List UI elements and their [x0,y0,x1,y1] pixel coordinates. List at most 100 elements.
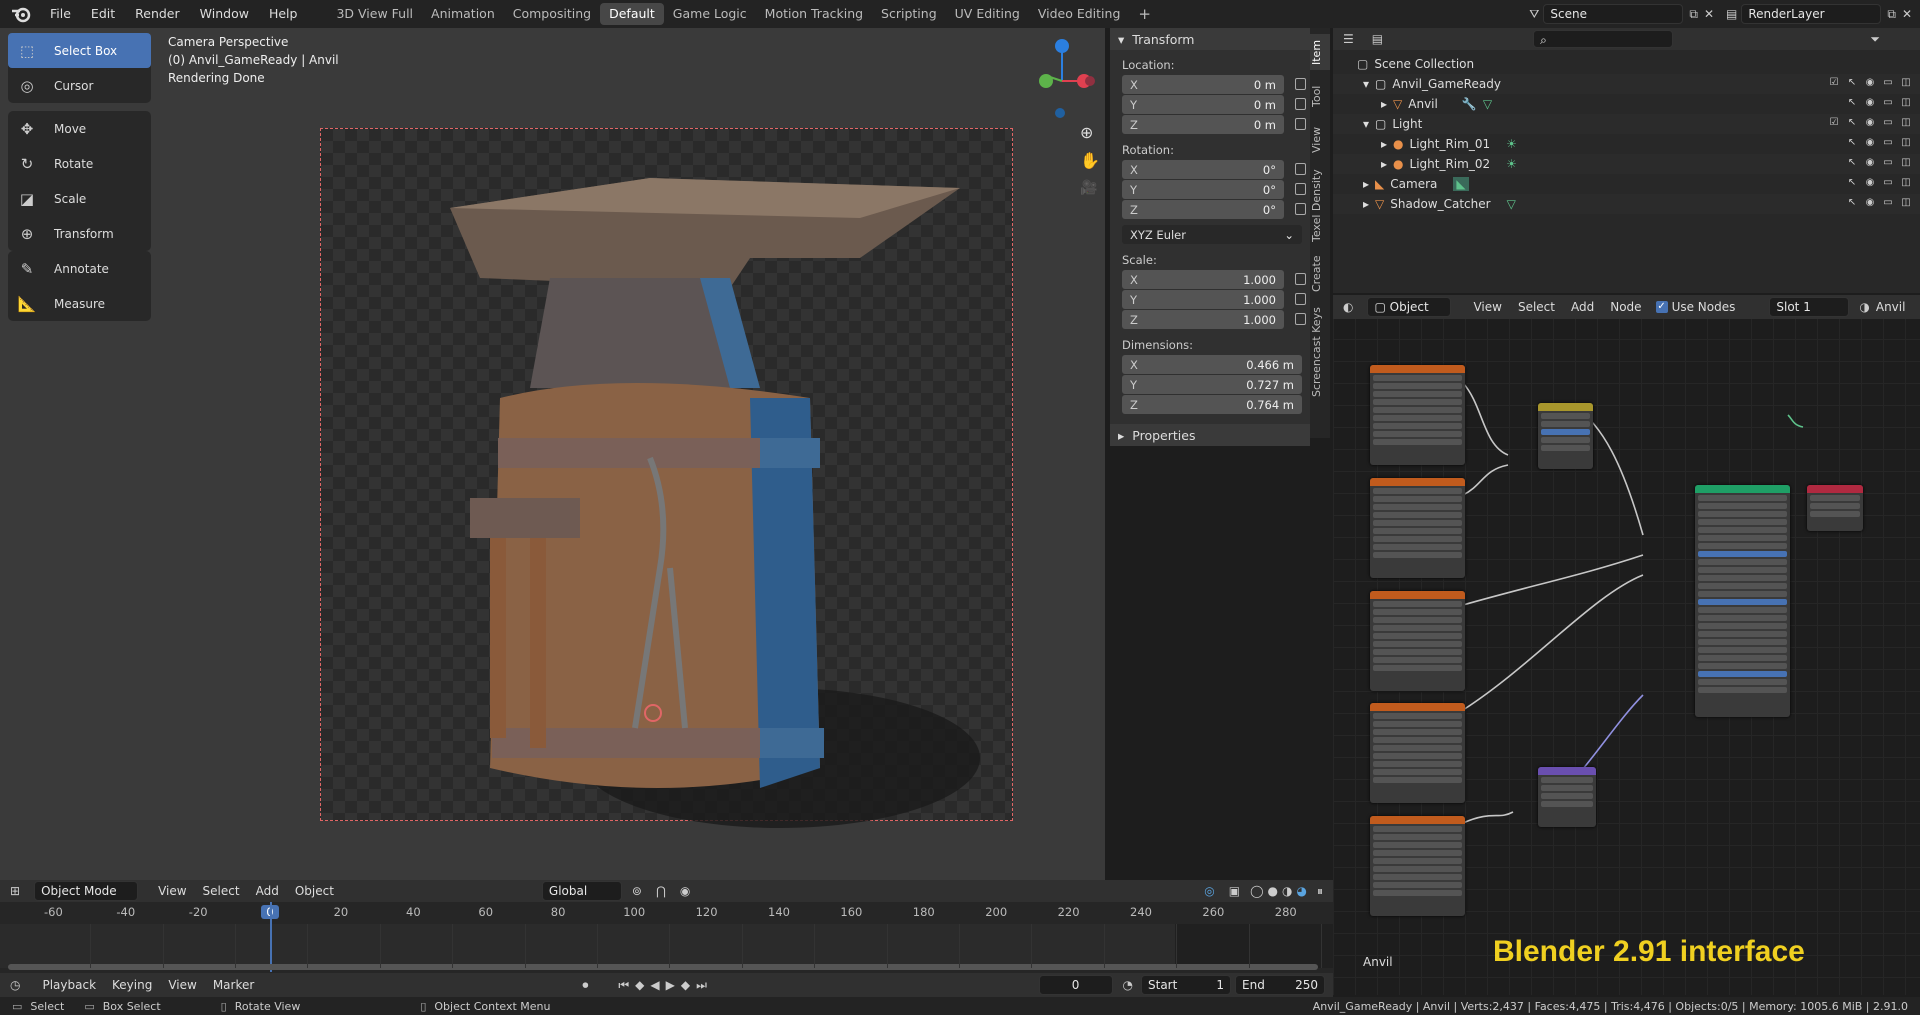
tab-view[interactable]: View [1310,120,1330,160]
wireframe-shading-icon[interactable]: ◯ [1250,884,1263,898]
tool-measure[interactable]: 📐 Measure [8,286,151,321]
viewport-menu-view[interactable]: View [150,880,194,902]
timeline[interactable]: -60-40-200204060801001201401601802002202… [0,902,1333,982]
tab-video-editing[interactable]: Video Editing [1029,3,1130,25]
object-mode-dropdown[interactable]: Object Mode [34,881,139,901]
rotation-z-field[interactable]: Z 0° [1122,200,1306,219]
proportional-edit-icon[interactable]: ◉ [680,884,690,898]
tool-rotate[interactable]: ↻ Rotate [8,146,151,181]
zoom-icon[interactable]: ⊕ [1080,123,1093,142]
lock-icon[interactable] [1295,203,1306,215]
next-keyframe-icon[interactable]: ◆ [681,978,690,992]
start-frame-field[interactable]: Start 1 [1141,975,1231,995]
jump-end-icon[interactable]: ⏭ [696,978,707,993]
tab-game-logic[interactable]: Game Logic [664,3,756,25]
node-ao[interactable] [1370,478,1465,578]
pause-icon[interactable]: ⏸ [1317,884,1323,899]
menu-window[interactable]: Window [190,0,259,28]
node-editor-canvas[interactable]: Anvil Blender 2.91 interface [1333,295,1920,995]
scene-collection-row[interactable]: ▢ Scene Collection [1333,54,1920,74]
node-material-output[interactable] [1807,485,1863,531]
tab-default[interactable]: Default [600,3,664,25]
scale-x-field[interactable]: X 1.000 [1122,270,1306,289]
transform-orientation-dropdown[interactable]: Global [541,881,622,901]
menu-render[interactable]: Render [125,0,190,28]
node-roughness[interactable] [1370,703,1465,803]
node-menu-add[interactable]: Add [1563,296,1602,318]
remove-layer-icon[interactable]: ✕ [1902,7,1912,21]
viewport-menu-select[interactable]: Select [195,880,248,902]
tool-cursor[interactable]: ◎ Cursor [8,68,151,103]
new-scene-icon[interactable]: ⧉ [1689,7,1698,22]
location-y-field[interactable]: Y0 m [1122,95,1306,114]
tab-scripting[interactable]: Scripting [872,3,946,25]
tool-annotate[interactable]: ✎ Annotate [8,251,151,286]
use-nodes-checkbox[interactable]: ✓ [1655,301,1668,313]
outliner-row-light-rim-02[interactable]: ▸ ● Light_Rim_02 ☀ ↖ ◉ ▭ ◫ [1333,154,1920,174]
scene-field[interactable]: Scene [1543,4,1684,24]
material-name[interactable]: Anvil [1870,296,1914,318]
tab-3d-view-full[interactable]: 3D View Full [327,3,422,25]
lock-icon[interactable] [1295,273,1306,285]
node-base-color[interactable] [1370,365,1465,465]
scale-y-field[interactable]: Y 1.000 [1122,290,1306,309]
tab-uv-editing[interactable]: UV Editing [946,3,1029,25]
transform-panel-header[interactable]: ▾ Transform [1110,28,1310,50]
lock-icon[interactable] [1295,78,1306,90]
tool-transform[interactable]: ⊕ Transform [8,216,151,251]
node-normal[interactable] [1370,816,1465,916]
dimension-z-field[interactable]: Z 0.764 m [1122,395,1302,414]
node-menu-select[interactable]: Select [1510,296,1563,318]
rotation-mode-dropdown[interactable]: XYZ Euler ⌄ [1122,225,1302,244]
rotation-x-field[interactable]: X 0° [1122,160,1306,179]
menu-help[interactable]: Help [259,0,308,28]
node-metallic[interactable] [1370,591,1465,691]
outliner-search-input[interactable]: ⌕ [1533,30,1674,48]
tab-motion-tracking[interactable]: Motion Tracking [756,3,872,25]
tab-texel-density[interactable]: Texel Density [1310,166,1330,246]
display-mode-icon[interactable]: ▤ [1372,32,1383,46]
outliner-row-light[interactable]: ▾ ▢ Light ☑ ↖ ◉ ▭ ◫ [1333,114,1920,134]
rendered-shading-icon[interactable]: ◕ [1297,884,1307,898]
dimension-y-field[interactable]: Y 0.727 m [1122,375,1302,394]
node-menu-node[interactable]: Node [1602,296,1649,318]
prev-keyframe-icon[interactable]: ◆ [635,978,644,992]
material-shading-icon[interactable]: ◑ [1282,884,1292,898]
lock-icon[interactable] [1295,163,1306,175]
shader-type-dropdown[interactable]: ▢ Object [1367,297,1452,317]
tool-select-box[interactable]: ⬚ Select Box [8,33,151,68]
pivot-icon[interactable]: ⊚ [632,884,642,898]
playhead[interactable] [270,902,273,972]
node-principled-bsdf[interactable] [1695,485,1790,717]
editor-type-icon[interactable]: ◐ [1343,300,1353,314]
outliner-row-shadow-catcher[interactable]: ▸ ▽ Shadow_Catcher ▽ ↖ ◉ ▭ ◫ [1333,194,1920,214]
properties-panel-header[interactable]: ▸ Properties [1110,424,1310,446]
menu-file[interactable]: File [40,0,81,28]
outliner-row-camera[interactable]: ▸ ◣ Camera ◣ ↖ ◉ ▭ ◫ [1333,174,1920,194]
3d-viewport[interactable]: ⬚ Select Box ◎ Cursor ✥ Move ↻ Rotate ◪ Scale… [0,28,1105,888]
lock-icon[interactable] [1295,98,1306,110]
menu-playback[interactable]: Playback [34,974,104,996]
editor-type-icon[interactable]: ⊞ [10,884,20,898]
snap-icon[interactable]: ⋂ [656,884,666,898]
tool-move[interactable]: ✥ Move [8,111,151,146]
play-icon[interactable]: ▶ [666,978,675,992]
menu-marker[interactable]: Marker [205,974,262,996]
xray-icon[interactable]: ▣ [1229,884,1240,898]
timeline-scrollbar[interactable] [8,964,1318,970]
menu-keying[interactable]: Keying [104,974,160,996]
dimension-x-field[interactable]: X 0.466 m [1122,355,1302,374]
filter-icon[interactable]: ⏷ [1870,32,1880,47]
camera-view-icon[interactable]: 🎥 [1080,180,1097,196]
editor-type-icon[interactable]: ◷ [10,978,20,992]
viewport-menu-add[interactable]: Add [248,880,287,902]
rotation-y-field[interactable]: Y 0° [1122,180,1306,199]
solid-shading-icon[interactable]: ● [1268,884,1278,898]
end-frame-field[interactable]: End 250 [1235,975,1325,995]
visibility-toggles[interactable]: ☑ ↖ ◉ ▭ ◫ [1828,77,1912,89]
overlays-icon[interactable]: ◎ [1204,884,1214,898]
current-frame-field[interactable]: 0 [1038,975,1113,995]
add-workspace-icon[interactable]: + [1129,3,1160,25]
location-x-field[interactable]: X0 m [1122,75,1306,94]
outliner-row-light-rim-01[interactable]: ▸ ● Light_Rim_01 ☀ ↖ ◉ ▭ ◫ [1333,134,1920,154]
